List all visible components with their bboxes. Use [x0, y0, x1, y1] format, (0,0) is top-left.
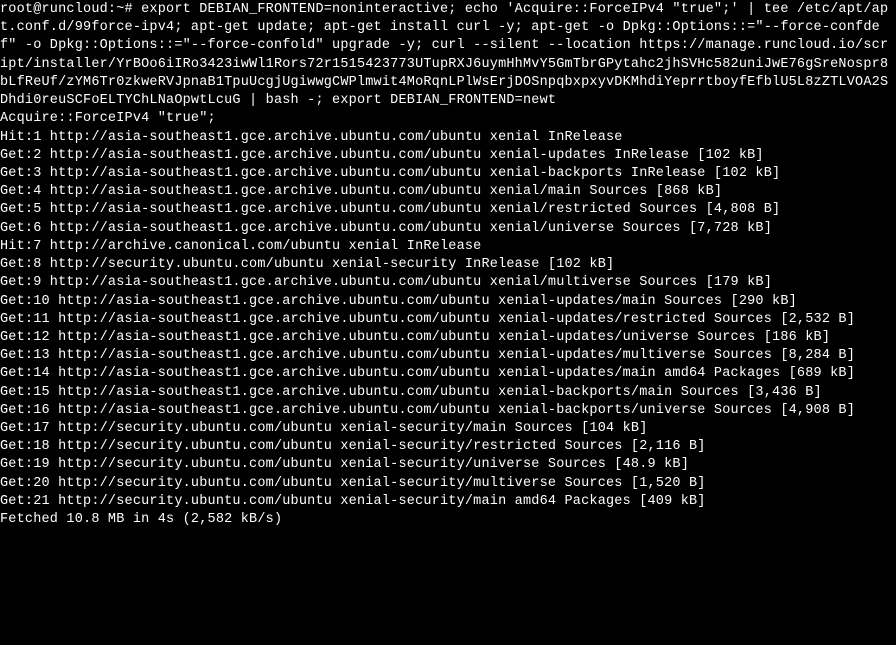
output-line: Get:5 http://asia-southeast1.gce.archive…	[0, 201, 896, 219]
output-line: Get:20 http://security.ubuntu.com/ubuntu…	[0, 475, 896, 493]
output-line: Get:3 http://asia-southeast1.gce.archive…	[0, 165, 896, 183]
output-line: Get:11 http://asia-southeast1.gce.archiv…	[0, 311, 896, 329]
output-line: Get:18 http://security.ubuntu.com/ubuntu…	[0, 438, 896, 456]
output-line: Get:6 http://asia-southeast1.gce.archive…	[0, 220, 896, 238]
output-line: Get:16 http://asia-southeast1.gce.archiv…	[0, 402, 896, 420]
output-line: Get:8 http://security.ubuntu.com/ubuntu …	[0, 256, 896, 274]
output-line: Get:10 http://asia-southeast1.gce.archiv…	[0, 293, 896, 311]
output-line: Get:13 http://asia-southeast1.gce.archiv…	[0, 347, 896, 365]
command-text: export DEBIAN_FRONTEND=noninteractive; e…	[0, 2, 888, 108]
output-line: Get:19 http://security.ubuntu.com/ubuntu…	[0, 456, 896, 474]
output-line: Get:12 http://asia-southeast1.gce.archiv…	[0, 329, 896, 347]
output-line: Hit:7 http://archive.canonical.com/ubunt…	[0, 238, 896, 256]
output-line: Fetched 10.8 MB in 4s (2,582 kB/s)	[0, 511, 896, 529]
output-block: Acquire::ForceIPv4 "true";Hit:1 http://a…	[0, 110, 896, 529]
terminal-window[interactable]: root@runcloud:~# export DEBIAN_FRONTEND=…	[0, 1, 896, 529]
output-line: Hit:1 http://asia-southeast1.gce.archive…	[0, 129, 896, 147]
output-line: Get:15 http://asia-southeast1.gce.archiv…	[0, 384, 896, 402]
output-line: Acquire::ForceIPv4 "true";	[0, 110, 896, 128]
command-line: root@runcloud:~# export DEBIAN_FRONTEND=…	[0, 1, 896, 110]
output-line: Get:4 http://asia-southeast1.gce.archive…	[0, 183, 896, 201]
output-line: Get:21 http://security.ubuntu.com/ubuntu…	[0, 493, 896, 511]
shell-prompt: root@runcloud:~#	[0, 2, 141, 17]
output-line: Get:9 http://asia-southeast1.gce.archive…	[0, 274, 896, 292]
output-line: Get:2 http://asia-southeast1.gce.archive…	[0, 147, 896, 165]
output-line: Get:17 http://security.ubuntu.com/ubuntu…	[0, 420, 896, 438]
output-line: Get:14 http://asia-southeast1.gce.archiv…	[0, 365, 896, 383]
